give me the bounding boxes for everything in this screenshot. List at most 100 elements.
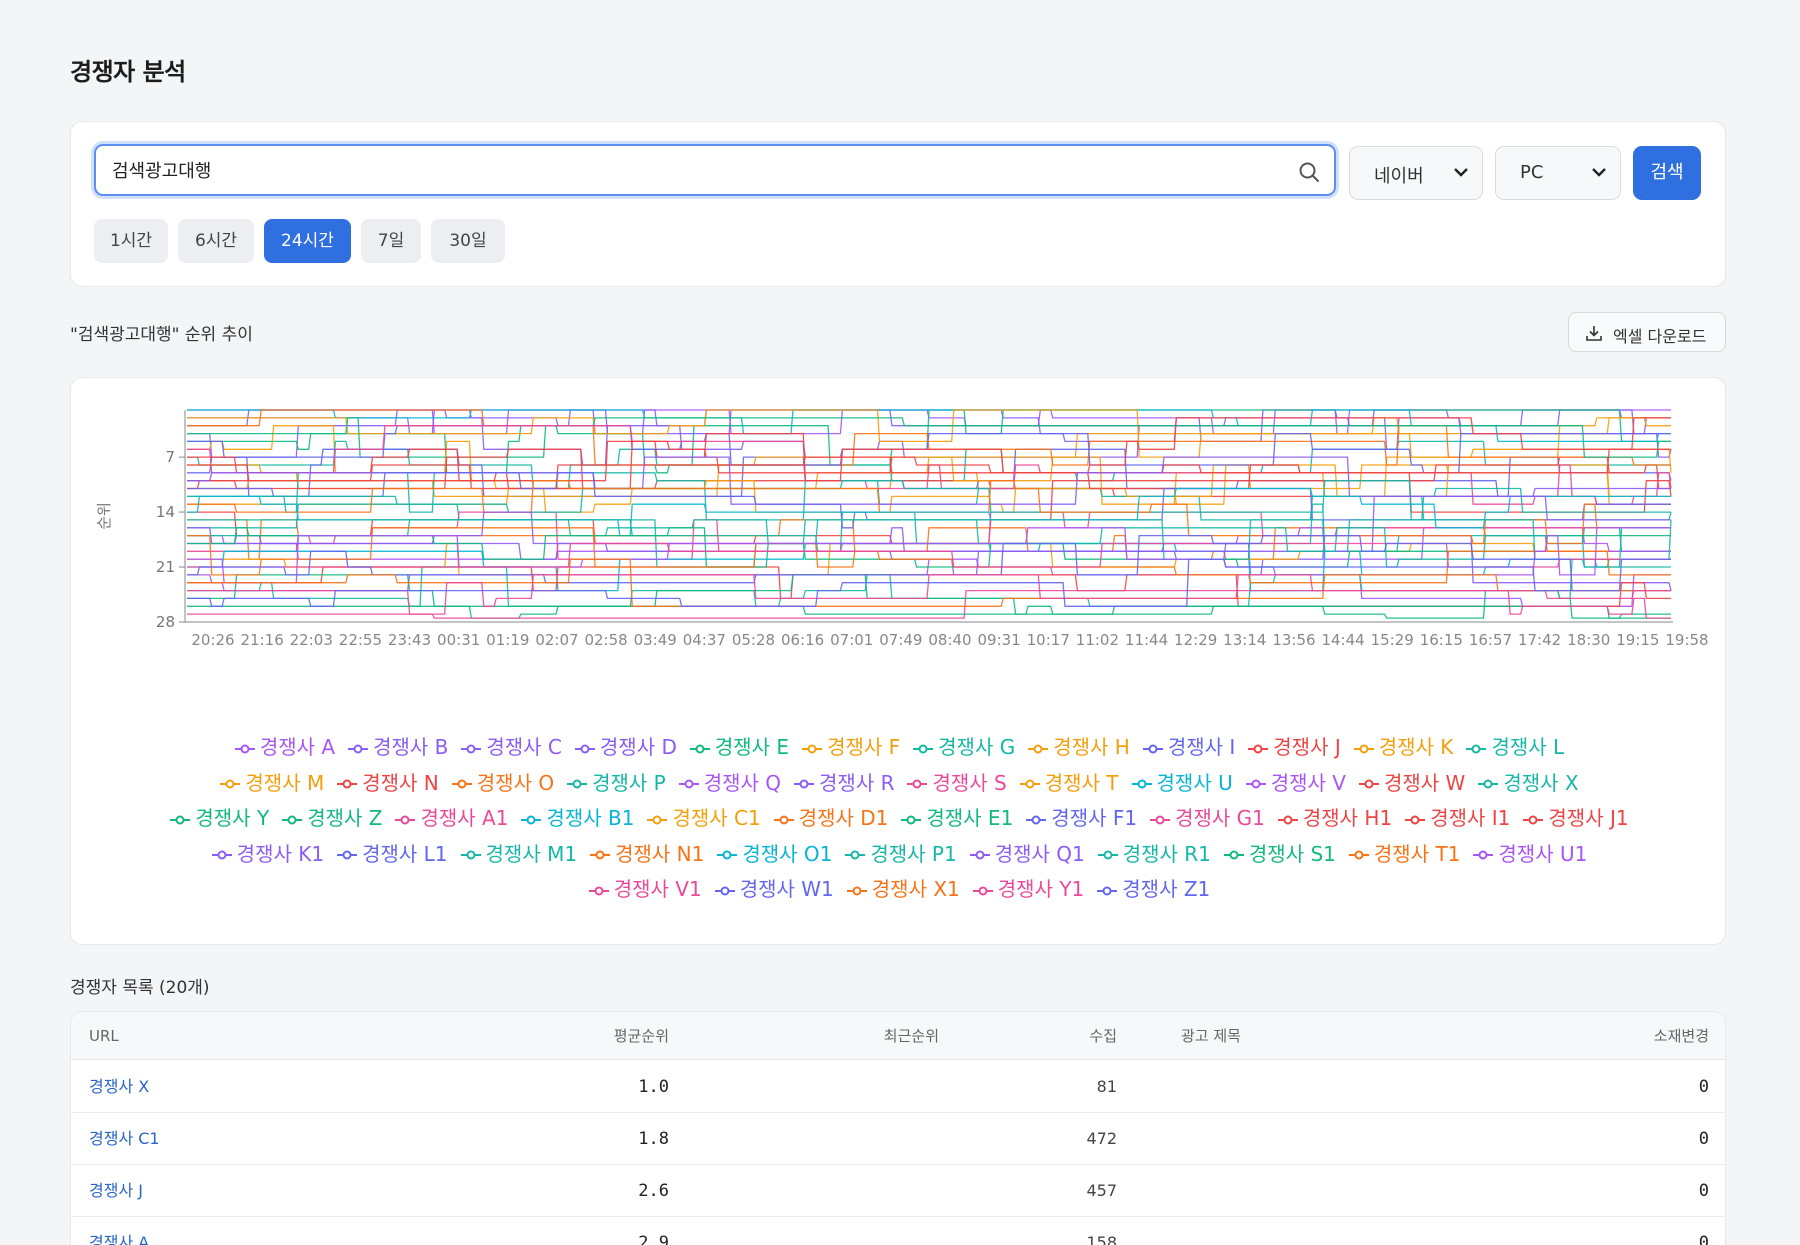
legend-marker-icon (802, 744, 823, 753)
legend-item[interactable]: 경쟁사 W1 (714, 872, 834, 907)
legend-marker-icon (1223, 850, 1244, 860)
col-recent-rank[interactable]: 최근순위 (861, 1012, 939, 1060)
legend-marker-icon (907, 779, 928, 789)
search-icon[interactable] (1298, 161, 1320, 183)
legend-item[interactable]: 경쟁사 J (1247, 730, 1341, 765)
col-creative-change[interactable]: 소재변경 (1611, 1012, 1709, 1060)
legend-item[interactable]: 경쟁사 L1 (336, 837, 448, 872)
search-input[interactable] (112, 154, 1262, 186)
legend-item[interactable]: 경쟁사 J1 (1522, 801, 1629, 836)
legend-item[interactable]: 경쟁사 I (1142, 730, 1235, 765)
period-24h-button[interactable]: 24시간 (264, 219, 351, 263)
legend-label: 경쟁사 K1 (236, 841, 325, 866)
legend-item[interactable]: 경쟁사 K1 (211, 837, 324, 872)
search-box[interactable] (94, 144, 1336, 196)
legend-item[interactable]: 경쟁사 X (1477, 766, 1579, 801)
legend-item[interactable]: 경쟁사 C (460, 730, 562, 765)
legend-item[interactable]: 경쟁사 E1 (900, 801, 1013, 836)
col-url[interactable]: URL (89, 1012, 119, 1060)
legend-label: 경쟁사 G (938, 735, 1016, 759)
legend-label: 경쟁사 E (714, 735, 790, 759)
legend-item[interactable]: 경쟁사 G1 (1149, 801, 1265, 836)
legend-item[interactable]: 경쟁사 A1 (394, 801, 508, 836)
search-button[interactable]: 검색 (1633, 146, 1701, 200)
legend-item[interactable]: 경쟁사 G (912, 730, 1015, 765)
engine-select[interactable]: 네이버 (1349, 146, 1483, 200)
row-creative-change: 0 (1698, 1129, 1709, 1149)
chart-legend: 경쟁사 A 경쟁사 B 경쟁사 C 경쟁사 D 경쟁사 E 경쟁사 F 경쟁사 G 경쟁사 H… (81, 730, 1717, 908)
legend-item[interactable]: 경쟁사 E (689, 730, 789, 765)
device-select[interactable]: PC (1495, 146, 1621, 200)
legend-label: 경쟁사 R (819, 770, 895, 795)
legend-item[interactable]: 경쟁사 V1 (588, 872, 702, 907)
legend-item[interactable]: 경쟁사 R (793, 766, 894, 801)
legend-item[interactable]: 경쟁사 F1 (1025, 801, 1137, 836)
legend-marker-icon (1277, 815, 1298, 824)
legend-item[interactable]: 경쟁사 W (1358, 766, 1465, 801)
x-tick-label: 01:19 (486, 631, 529, 649)
legend-item[interactable]: 경쟁사 F (801, 730, 900, 765)
legend-item[interactable]: 경쟁사 Z1 (1096, 872, 1210, 907)
legend-item[interactable]: 경쟁사 Y (169, 801, 269, 836)
legend-item[interactable]: 경쟁사 S (906, 766, 1007, 801)
legend-item[interactable]: 경쟁사 T (1019, 766, 1119, 801)
legend-item[interactable]: 경쟁사 R1 (1097, 837, 1211, 872)
legend-item[interactable]: 경쟁사 L (1465, 730, 1564, 765)
period-30d-button[interactable]: 30일 (431, 219, 505, 263)
legend-item[interactable]: 경쟁사 Q (678, 766, 781, 801)
legend-marker-icon (1097, 850, 1118, 860)
legend-item[interactable]: 경쟁사 I1 (1404, 801, 1510, 836)
table-row[interactable]: 경쟁사 J 2.6 457 0 (71, 1165, 1725, 1217)
legend-item[interactable]: 경쟁사 B1 (520, 801, 634, 836)
legend-row: 경쟁사 A 경쟁사 B 경쟁사 C 경쟁사 D 경쟁사 E 경쟁사 F 경쟁사 G 경쟁사 H… (81, 730, 1717, 766)
legend-item[interactable]: 경쟁사 H1 (1277, 801, 1392, 836)
legend-item[interactable]: 경쟁사 S1 (1223, 837, 1336, 872)
row-url-link[interactable]: 경쟁사 X (89, 1061, 149, 1113)
period-1h-button[interactable]: 1시간 (94, 219, 168, 263)
table-header: URL 평균순위 최근순위 수집 광고 제목 소재변경 (71, 1012, 1725, 1060)
legend-item[interactable]: 경쟁사 N1 (589, 837, 704, 872)
legend-item[interactable]: 경쟁사 Q1 (969, 837, 1085, 872)
row-url-link[interactable]: 경쟁사 J (89, 1165, 143, 1217)
col-ad-title[interactable]: 광고 제목 (1181, 1012, 1241, 1060)
legend-item[interactable]: 경쟁사 A (234, 730, 335, 765)
excel-download-button[interactable]: 엑셀 다운로드 (1568, 312, 1726, 352)
legend-item[interactable]: 경쟁사 N (336, 766, 439, 801)
legend-item[interactable]: 경쟁사 M (219, 766, 324, 801)
legend-item[interactable]: 경쟁사 T1 (1348, 837, 1461, 872)
row-url-link[interactable]: 경쟁사 C1 (89, 1113, 160, 1165)
legend-marker-icon (1473, 850, 1494, 860)
legend-item[interactable]: 경쟁사 B (347, 730, 448, 765)
legend-item[interactable]: 경쟁사 U1 (1472, 837, 1587, 872)
legend-marker-icon (845, 850, 866, 860)
period-6h-button[interactable]: 6시간 (178, 219, 254, 263)
period-7d-button[interactable]: 7일 (361, 219, 421, 263)
legend-item[interactable]: 경쟁사 U (1131, 766, 1233, 801)
legend-item[interactable]: 경쟁사 V (1245, 766, 1346, 801)
table-row[interactable]: 경쟁사 C1 1.8 472 0 (71, 1113, 1725, 1165)
legend-item[interactable]: 경쟁사 K (1353, 730, 1453, 765)
legend-label: 경쟁사 A1 (420, 806, 509, 830)
legend-item[interactable]: 경쟁사 O (451, 766, 554, 801)
legend-item[interactable]: 경쟁사 M1 (460, 837, 577, 872)
legend-item[interactable]: 경쟁사 Y1 (972, 872, 1084, 907)
col-avg-rank[interactable]: 평균순위 (591, 1012, 669, 1060)
legend-item[interactable]: 경쟁사 C1 (646, 801, 761, 836)
x-tick-label: 10:17 (1027, 631, 1070, 649)
legend-item[interactable]: 경쟁사 P (566, 766, 666, 801)
legend-label: 경쟁사 T1 (1373, 841, 1461, 866)
legend-marker-icon (337, 850, 358, 860)
legend-item[interactable]: 경쟁사 D1 (773, 801, 888, 836)
table-row[interactable]: 경쟁사 A 2.9 158 0 (71, 1217, 1725, 1245)
legend-label: 경쟁사 L1 (362, 841, 448, 866)
row-url-link[interactable]: 경쟁사 A (89, 1217, 149, 1245)
col-count[interactable]: 수집 (1061, 1012, 1117, 1060)
legend-item[interactable]: 경쟁사 X1 (846, 872, 960, 907)
legend-item[interactable]: 경쟁사 P1 (844, 837, 957, 872)
legend-item[interactable]: 경쟁사 D (574, 730, 677, 765)
legend-item[interactable]: 경쟁사 O1 (716, 837, 832, 872)
legend-item[interactable]: 경쟁사 Z (281, 801, 382, 836)
legend-item[interactable]: 경쟁사 H (1027, 730, 1130, 765)
table-row[interactable]: 경쟁사 X 1.0 81 0 (71, 1061, 1725, 1113)
series-line[interactable] (187, 574, 1671, 615)
